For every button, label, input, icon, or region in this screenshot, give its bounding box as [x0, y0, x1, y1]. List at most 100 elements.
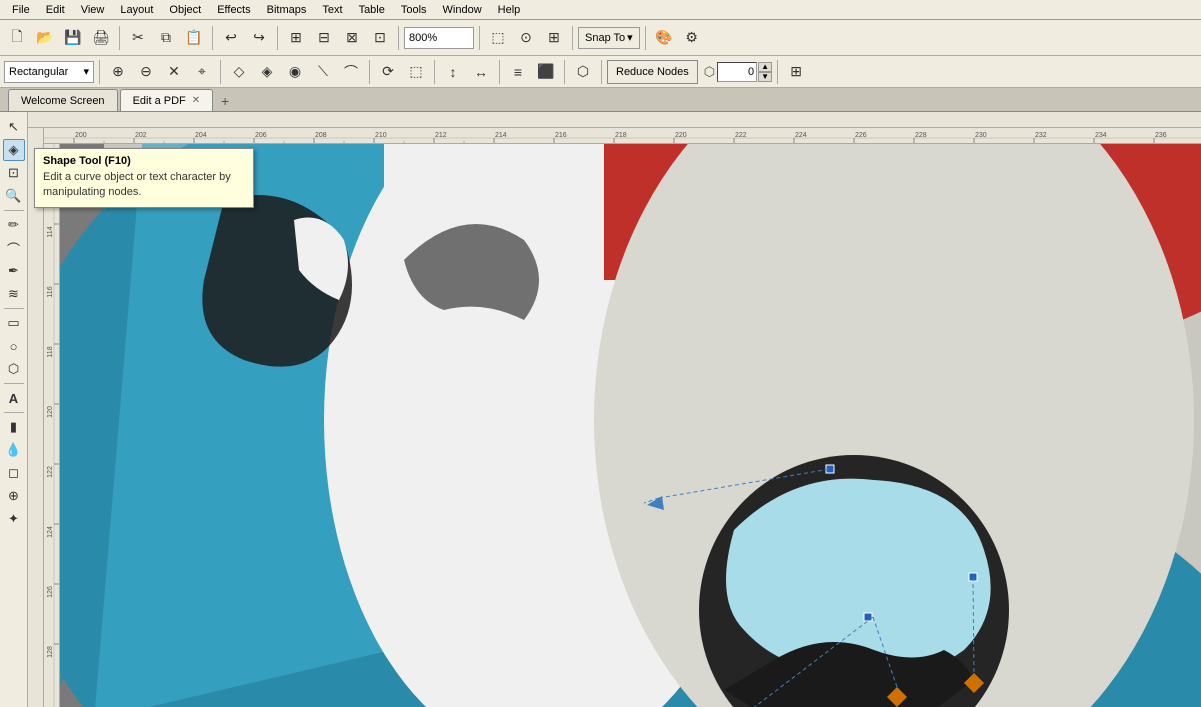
canvas-area[interactable]: 200 202 204 206 208 210 212 214: [44, 128, 1201, 707]
ruler-top: // Rendered via inline SVG with JS: [28, 112, 1201, 128]
extract-subpath-button[interactable]: ⬚: [403, 59, 429, 85]
node-spin-group: ▲ ▼: [758, 62, 772, 82]
ruler-left-overlay: 112 114 116 118 120 122 124 126: [44, 144, 60, 707]
view-mode-button[interactable]: ⬚: [485, 25, 511, 51]
export-button[interactable]: ⊟: [311, 25, 337, 51]
svg-text:210: 210: [375, 132, 387, 139]
import-button[interactable]: ⊞: [283, 25, 309, 51]
menu-object[interactable]: Object: [161, 2, 209, 18]
tool-ellipse[interactable]: ○: [3, 335, 25, 357]
reduce-nodes-button[interactable]: Reduce Nodes: [607, 60, 698, 84]
publish-button[interactable]: ⊡: [367, 25, 393, 51]
cut-button[interactable]: ✂: [125, 25, 151, 51]
menu-layout[interactable]: Layout: [112, 2, 161, 18]
tool-text[interactable]: A: [3, 387, 25, 409]
tool-selector[interactable]: ↖: [3, 116, 25, 138]
menu-window[interactable]: Window: [435, 2, 490, 18]
svg-text:126: 126: [47, 586, 54, 598]
menu-table[interactable]: Table: [351, 2, 393, 18]
tool-rectangle[interactable]: ▭: [3, 312, 25, 334]
break-curve-button[interactable]: ✕: [161, 59, 187, 85]
undo-button[interactable]: ↩: [218, 25, 244, 51]
tool-smear[interactable]: ≋: [3, 283, 25, 305]
menu-help[interactable]: Help: [490, 2, 529, 18]
zoom-input[interactable]: 800%: [404, 27, 474, 49]
open-button[interactable]: 📂: [32, 25, 58, 51]
svg-text:214: 214: [495, 132, 507, 139]
node-symmetric-button[interactable]: ◉: [282, 59, 308, 85]
menu-text[interactable]: Text: [314, 2, 350, 18]
snap-to-button[interactable]: Snap To ▾: [578, 27, 640, 49]
toolbox-sep-4: [4, 412, 24, 413]
svg-text:208: 208: [315, 132, 327, 139]
tool-polygon[interactable]: ⬡: [3, 358, 25, 380]
tab-add-button[interactable]: +: [215, 91, 235, 111]
curve-seg-button[interactable]: ⌒: [338, 59, 364, 85]
remove-node-button[interactable]: ⊖: [133, 59, 159, 85]
wireframe-button[interactable]: ⊙: [513, 25, 539, 51]
node-cusp-button[interactable]: ◇: [226, 59, 252, 85]
save-button[interactable]: 💾: [60, 25, 86, 51]
svg-text:202: 202: [135, 132, 147, 139]
tool-fill[interactable]: ▮: [3, 416, 25, 438]
svg-text:116: 116: [47, 286, 54, 297]
tab-close-icon[interactable]: ✕: [192, 95, 200, 106]
tool-eraser[interactable]: ◻: [3, 462, 25, 484]
toolbar-sep-1: [119, 26, 120, 50]
menubar: File Edit View Layout Object Effects Bit…: [0, 0, 1201, 20]
ruler-left-svg: 112 114 116 118 120 122 124 126: [44, 144, 60, 707]
export-pdf-button[interactable]: ⊠: [339, 25, 365, 51]
node-increment-button[interactable]: ▲: [758, 62, 772, 72]
rulers-button[interactable]: ⊞: [541, 25, 567, 51]
redo-button[interactable]: ↪: [246, 25, 272, 51]
shape-type-select[interactable]: Rectangular ▾: [4, 61, 94, 83]
copy-button[interactable]: ⧉: [153, 25, 179, 51]
svg-text:120: 120: [47, 406, 54, 418]
add-node-button[interactable]: ⊕: [105, 59, 131, 85]
toolbox-sep-1: [4, 210, 24, 211]
menu-bitmaps[interactable]: Bitmaps: [259, 2, 315, 18]
shape-sep-5: [499, 60, 500, 84]
print-button[interactable]: 🖨: [88, 25, 114, 51]
tool-connector[interactable]: ⊕: [3, 485, 25, 507]
marquee-button[interactable]: ⬡: [570, 59, 596, 85]
line-seg-button[interactable]: ⟍: [310, 59, 336, 85]
new-button[interactable]: 🗋: [4, 25, 30, 51]
select-all-nodes-button[interactable]: ⬛: [533, 59, 559, 85]
node-stretch-button[interactable]: ↕: [440, 59, 466, 85]
paste-button[interactable]: 📋: [181, 25, 207, 51]
menu-view[interactable]: View: [73, 2, 113, 18]
menu-effects[interactable]: Effects: [209, 2, 258, 18]
svg-text:232: 232: [1035, 132, 1047, 139]
tool-crop[interactable]: ⊡: [3, 162, 25, 184]
tab-welcome-screen[interactable]: Welcome Screen: [8, 89, 118, 111]
tab-edit-pdf[interactable]: Edit a PDF ✕: [120, 89, 214, 111]
join-nodes-button[interactable]: ⌖: [189, 59, 215, 85]
menu-edit[interactable]: Edit: [38, 2, 73, 18]
shape-extra-button[interactable]: ⊞: [783, 59, 809, 85]
toolbar-sep-2: [212, 26, 213, 50]
tool-zoom[interactable]: 🔍: [3, 185, 25, 207]
color-settings-button[interactable]: ⚙: [679, 25, 705, 51]
snap-to-label: Snap To: [585, 32, 625, 44]
tool-bezier[interactable]: ⌒: [3, 237, 25, 259]
node-smooth-button[interactable]: ◈: [254, 59, 280, 85]
align-nodes-button[interactable]: ≡: [505, 59, 531, 85]
menu-tools[interactable]: Tools: [393, 2, 435, 18]
tool-eyedropper[interactable]: 💧: [3, 439, 25, 461]
node-rotate-button[interactable]: ↔: [468, 59, 494, 85]
menu-file[interactable]: File: [4, 2, 38, 18]
tool-shape[interactable]: ◈: [3, 139, 25, 161]
shape-sep-7: [601, 60, 602, 84]
reverse-curve-button[interactable]: ⟳: [375, 59, 401, 85]
tool-freehand[interactable]: ✏: [3, 214, 25, 236]
shape-sep-1: [99, 60, 100, 84]
node-value-input[interactable]: [717, 62, 757, 82]
tab-welcome-label: Welcome Screen: [21, 95, 105, 107]
color-mgmt-button[interactable]: 🎨: [651, 25, 677, 51]
svg-text:230: 230: [975, 132, 987, 139]
tool-calligraphy[interactable]: ✒: [3, 260, 25, 282]
svg-text:124: 124: [47, 526, 54, 538]
tool-blend[interactable]: ✦: [3, 508, 25, 530]
node-decrement-button[interactable]: ▼: [758, 72, 772, 82]
